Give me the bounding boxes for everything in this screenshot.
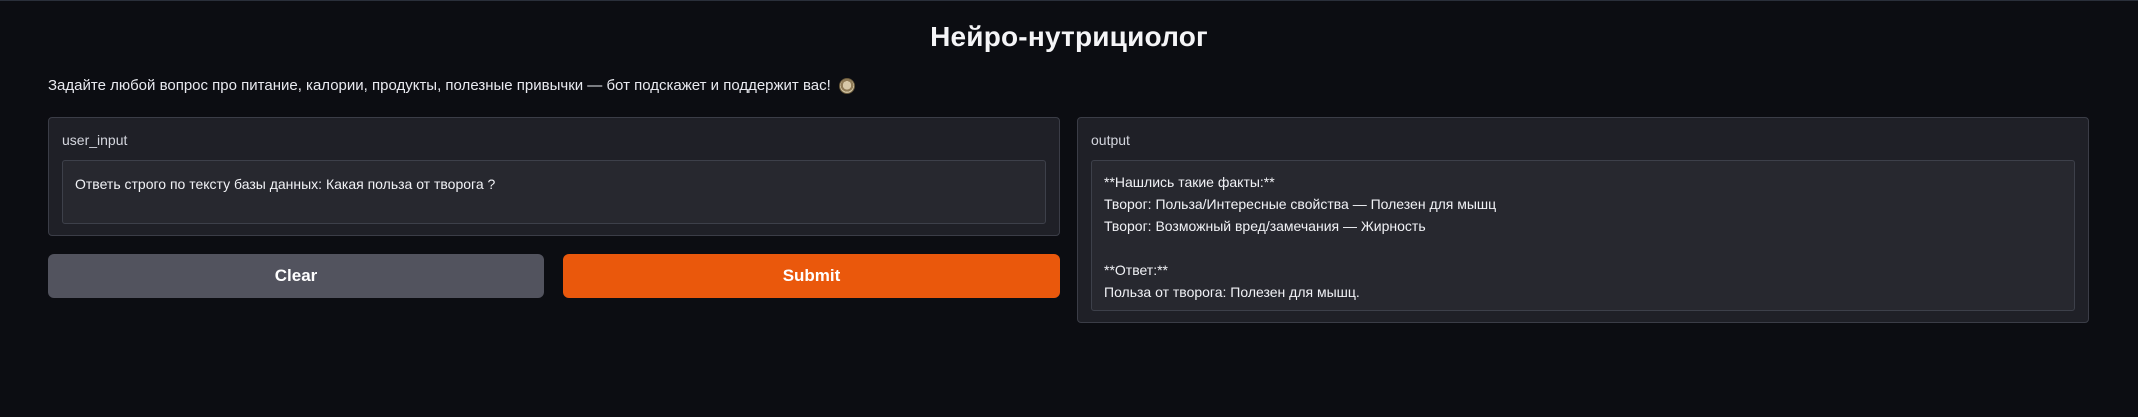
app-page: Нейро-нутрициолог Задайте любой вопрос п… xyxy=(0,0,2138,417)
output-label: output xyxy=(1091,132,1130,148)
user-input-panel: user_input Ответь строго по тексту базы … xyxy=(48,117,1060,236)
page-title: Нейро-нутрициолог xyxy=(930,21,1208,52)
app-description: Задайте любой вопрос про питание, калори… xyxy=(48,77,855,94)
output-panel: output **Нашлись такие факты:** Творог: … xyxy=(1077,117,2089,323)
user-input-field[interactable]: Ответь строго по тексту базы данных: Как… xyxy=(62,160,1046,224)
user-input-label: user_input xyxy=(62,132,128,148)
bowl-food-icon xyxy=(838,77,855,94)
submit-button[interactable]: Submit xyxy=(563,254,1060,298)
description-text: Задайте любой вопрос про питание, калори… xyxy=(48,77,831,94)
clear-button[interactable]: Clear xyxy=(48,254,544,298)
output-text-box[interactable]: **Нашлись такие факты:** Творог: Польза/… xyxy=(1091,160,2075,311)
